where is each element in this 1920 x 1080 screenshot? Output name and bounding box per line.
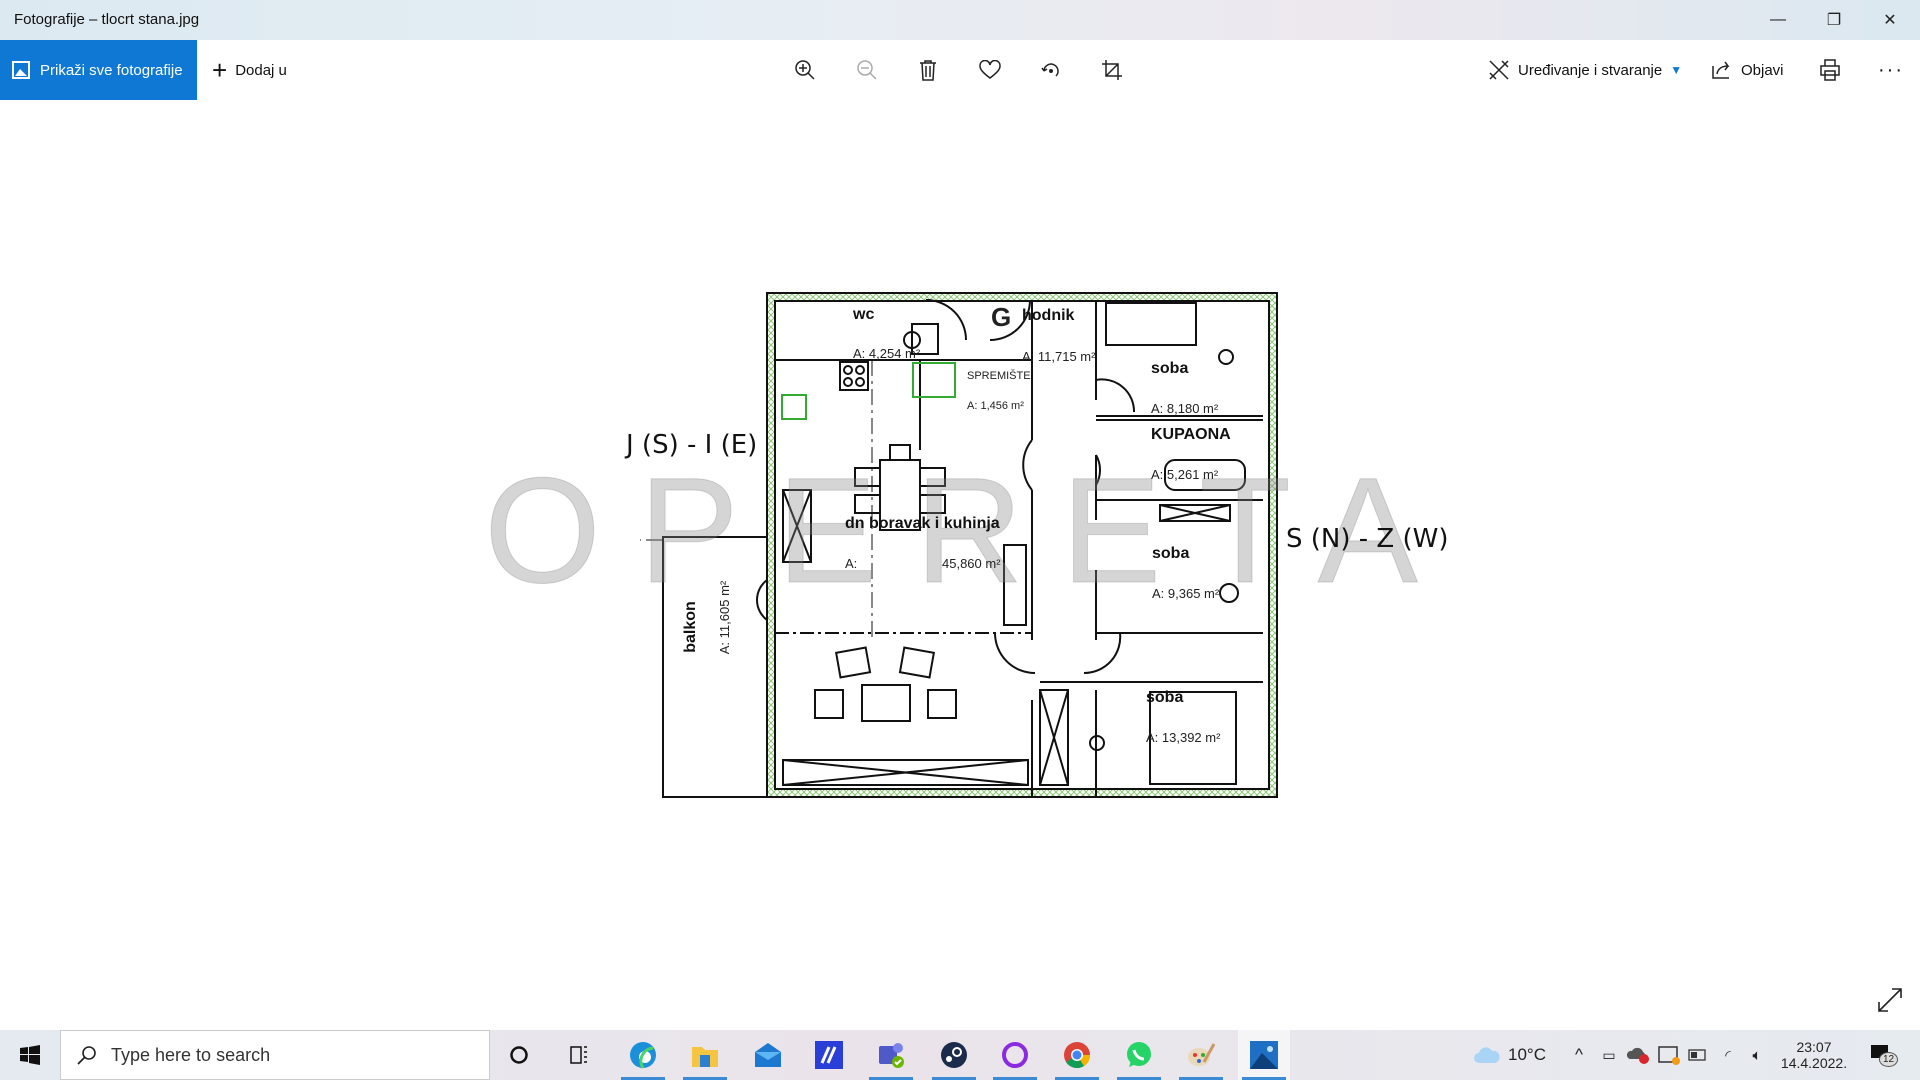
- tray-network[interactable]: ◜: [1716, 1030, 1740, 1080]
- taskbar-task-view[interactable]: [553, 1030, 605, 1080]
- tray-battery[interactable]: [1686, 1030, 1710, 1080]
- tray-app[interactable]: [1656, 1030, 1682, 1080]
- photos-icon: [1250, 1041, 1278, 1069]
- area-wc: A: 4,254 m²: [853, 346, 921, 361]
- search-placeholder: Type here to search: [111, 1044, 271, 1065]
- taskbar-teams[interactable]: [865, 1030, 917, 1080]
- taskbar-whatsapp[interactable]: [1113, 1030, 1165, 1080]
- notification-count: 12: [1879, 1052, 1899, 1067]
- start-button[interactable]: [4, 1030, 56, 1080]
- battery-icon: [1688, 1049, 1706, 1061]
- room-soba-1: soba: [1151, 360, 1189, 377]
- orientation-left: J (S) - I (E): [626, 430, 758, 460]
- marker-g: G: [991, 302, 1012, 332]
- notification-center[interactable]: 12: [1864, 1030, 1900, 1080]
- speaker-icon: 🔈︎: [1752, 1046, 1762, 1064]
- tray-onedrive[interactable]: [1626, 1030, 1652, 1080]
- taskbar-edge[interactable]: [617, 1030, 669, 1080]
- taskbar-search[interactable]: Type here to search: [60, 1030, 490, 1080]
- whatsapp-icon: [1127, 1042, 1151, 1067]
- wifi-icon: ◜: [1725, 1046, 1731, 1063]
- cloud-icon: [1474, 1047, 1500, 1063]
- taskbar-file-explorer[interactable]: [679, 1030, 731, 1080]
- taskbar: Type here to search 10°C ^ ▭ ◜ 🔈︎ 23:07 …: [0, 1030, 1920, 1080]
- folder-icon: [692, 1047, 718, 1067]
- room-wc: wc: [853, 306, 875, 323]
- paint-icon: [1188, 1043, 1216, 1066]
- room-kupaona: KUPAONA: [1151, 426, 1231, 443]
- taskbar-cortana[interactable]: [493, 1030, 545, 1080]
- area-spremiste: A: 1,456 m²: [967, 400, 1024, 412]
- clock-date: 14.4.2022.: [1780, 1055, 1848, 1071]
- clock-time: 23:07: [1796, 1039, 1832, 1055]
- taskbar-paint[interactable]: [1175, 1030, 1227, 1080]
- area-living-kitchen: 45,860 m²: [942, 556, 1001, 571]
- taskbar-affinity[interactable]: [803, 1030, 855, 1080]
- show-hidden-icons[interactable]: ^: [1568, 1030, 1590, 1080]
- onedrive-error-icon: [1627, 1047, 1649, 1064]
- room-soba-2: soba: [1152, 545, 1190, 562]
- tray-volume[interactable]: 🔈︎: [1744, 1030, 1770, 1080]
- area-kupaona: A: 5,261 m²: [1151, 467, 1219, 482]
- currency-app-icon: [1658, 1046, 1680, 1065]
- chevron-up-icon: ^: [1575, 1045, 1583, 1064]
- taskbar-photos[interactable]: [1238, 1030, 1290, 1080]
- teams-icon: [879, 1043, 904, 1068]
- taskbar-app-circle[interactable]: [989, 1030, 1041, 1080]
- area-soba-3: A: 13,392 m²: [1146, 730, 1221, 745]
- chrome-icon: [1064, 1042, 1091, 1069]
- camera-icon: ▭: [1602, 1046, 1616, 1063]
- search-icon: [77, 1046, 96, 1065]
- taskbar-mail[interactable]: [742, 1030, 794, 1080]
- weather-widget[interactable]: [1470, 1030, 1504, 1080]
- windows-icon: [20, 1045, 40, 1065]
- area-balkon: A: 11,605 m²: [717, 580, 733, 655]
- affinity-icon: [815, 1041, 843, 1069]
- area-soba-1: A: 8,180 m²: [1151, 401, 1219, 416]
- task-view-icon: [570, 1046, 587, 1064]
- weather-temp[interactable]: 10°C: [1508, 1030, 1546, 1080]
- expand-icon: [1878, 988, 1902, 1012]
- edge-icon: [630, 1042, 656, 1069]
- clock[interactable]: 23:07 14.4.2022.: [1776, 1030, 1852, 1080]
- taskbar-chrome[interactable]: [1051, 1030, 1103, 1080]
- taskbar-steam[interactable]: [928, 1030, 980, 1080]
- ring-app-icon: [1002, 1042, 1028, 1068]
- steam-icon: [941, 1042, 967, 1068]
- room-hodnik: hodnik: [1022, 307, 1075, 324]
- room-balkon: balkon: [681, 601, 699, 653]
- area-hodnik: A: 11,715 m²: [1022, 349, 1096, 364]
- area-soba-2: A: 9,365 m²: [1152, 586, 1220, 601]
- room-soba-3: soba: [1146, 689, 1184, 706]
- tray-meet-now[interactable]: ▭: [1598, 1030, 1620, 1080]
- room-living-kitchen: dn boravak i kuhinja: [845, 515, 1000, 532]
- area-living-prefix: A:: [845, 556, 858, 571]
- image-viewer[interactable]: OPERETA wc A: 4,254 m² G hodnik A: 11,71…: [0, 100, 1920, 1030]
- room-spremiste: SPREMIŠTE: [967, 370, 1031, 382]
- mail-icon: [755, 1043, 781, 1067]
- orientation-right: S (N) - Z (W): [1286, 524, 1449, 554]
- cortana-icon: [510, 1046, 528, 1064]
- fullscreen-button[interactable]: [1876, 986, 1904, 1014]
